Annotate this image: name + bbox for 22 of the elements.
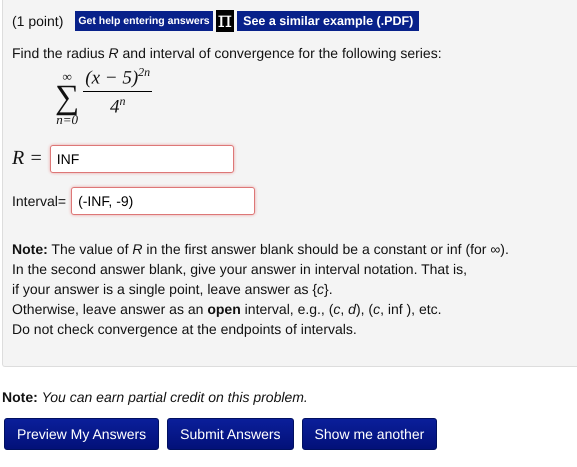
help-link[interactable]: Get help entering answers	[75, 11, 213, 31]
example-link[interactable]: See a similar example (.PDF)	[237, 11, 420, 31]
note-text: Do not check convergence at the endpoints of intervals.	[12, 320, 358, 339]
note-text: Note: The value of R in the first answer blank should be a constant or inf (for ∞).	[12, 240, 510, 259]
submit-button[interactable]: Submit Answers	[167, 418, 294, 450]
denominator: 4$^{n}$	[108, 94, 126, 119]
question-text: Find the radius R and interval of convergence for the following series:	[12, 45, 443, 61]
note-text: Otherwise, leave answer as an open interval, e.g., (c, d), (c, inf ), etc.	[12, 300, 443, 319]
submit-button[interactable]: Show me another	[302, 418, 438, 450]
upper-limit: ∞	[62, 70, 72, 83]
sum-symbol: ∑	[55, 82, 80, 113]
answer-field[interactable]: (-INF, -9)	[71, 186, 256, 215]
answer-label: Interval=	[12, 192, 66, 209]
numerator: (x − 5)$^{2n}$	[84, 65, 152, 90]
points-label: (1 point)	[12, 13, 64, 29]
answer-label: R =	[12, 147, 43, 170]
note-text: if your answer is a single point, leave answer as {c}.	[12, 280, 334, 299]
answer-field[interactable]: INF	[50, 144, 234, 173]
note-text: In the second answer blank, give your answer in interval notation. That is,	[12, 260, 468, 279]
submit-button[interactable]: Preview My Answers	[4, 418, 160, 450]
credit-note: Note: You can earn partial credit on this problem.	[2, 388, 309, 406]
pi-link[interactable]: π	[216, 10, 234, 32]
